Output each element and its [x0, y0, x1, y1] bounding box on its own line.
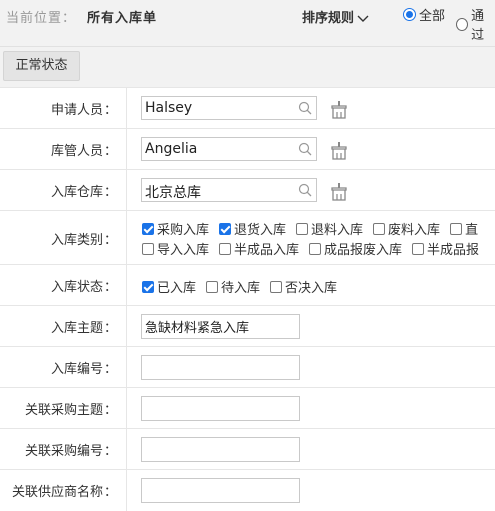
- top-bar: 当前位置： 所有入库单 排序规则 全部 通过: [0, 0, 495, 47]
- radio-checked-icon: [403, 8, 416, 21]
- breadcrumb-current: 所有入库单: [87, 11, 158, 26]
- row-category: 入库类别： 采购入库 退货入库 退料入库 废料入库直 导入入库 半成品入库 成品报废入库半…: [0, 210, 495, 265]
- applicant-value: Halsey: [145, 100, 193, 116]
- category-option[interactable]: 直: [450, 219, 478, 238]
- chevron-down-icon: [357, 15, 369, 22]
- filter-pass-label: 通过: [471, 9, 485, 43]
- number-label: 入库编号：: [0, 347, 127, 388]
- category-options-row1: 采购入库 退货入库 退料入库 废料入库直: [142, 219, 488, 239]
- row-warehouse: 入库仓库： 北京总库: [0, 169, 495, 211]
- warehouse-value: 北京总库: [145, 185, 201, 201]
- checkbox-unchecked-icon: [412, 242, 425, 255]
- sort-rule-label: 排序规则: [302, 11, 355, 26]
- category-option[interactable]: 半成品报: [412, 239, 479, 258]
- row-number: 入库编号：: [0, 346, 495, 388]
- checkbox-unchecked-icon: [270, 280, 283, 293]
- row-applicant: 申请人员： Halsey: [0, 87, 495, 129]
- keeper-field[interactable]: Angelia: [141, 137, 317, 161]
- supplier-name-input[interactable]: [141, 478, 300, 503]
- checkbox-unchecked-icon: [296, 222, 309, 235]
- warehouse-field[interactable]: 北京总库: [141, 178, 317, 202]
- applicant-field[interactable]: Halsey: [141, 96, 317, 120]
- keeper-value: Angelia: [145, 141, 198, 157]
- checkbox-checked-icon: [142, 280, 154, 293]
- sort-rule-dropdown[interactable]: 排序规则: [302, 7, 369, 26]
- status-options: 已入库 待入库 否决入库: [142, 277, 347, 297]
- checkbox-checked-icon: [219, 222, 232, 235]
- status-option[interactable]: 待入库: [206, 277, 260, 296]
- filter-all-label: 全部: [419, 9, 446, 24]
- category-option[interactable]: 导入入库: [142, 239, 209, 258]
- filter-pass-radio[interactable]: 通过: [456, 5, 495, 43]
- category-option[interactable]: 成品报废入库: [309, 239, 402, 258]
- row-purchase-number: 关联采购编号：: [0, 428, 495, 470]
- number-input[interactable]: [141, 355, 300, 380]
- category-options-row2: 导入入库 半成品入库 成品报废入库 半成品报: [142, 239, 489, 259]
- status-option[interactable]: 否决入库: [270, 277, 337, 296]
- tab-normal-status[interactable]: 正常状态: [3, 51, 80, 81]
- applicant-label: 申请人员：: [0, 88, 127, 129]
- clear-broom-icon[interactable]: [329, 100, 349, 120]
- category-label: 入库类别：: [0, 211, 127, 265]
- purchase-subject-input[interactable]: [141, 396, 300, 421]
- clear-broom-icon[interactable]: [329, 182, 349, 202]
- search-icon[interactable]: [298, 142, 312, 156]
- category-option[interactable]: 废料入库: [373, 219, 440, 238]
- row-subject: 入库主题：: [0, 305, 495, 347]
- subject-input[interactable]: [141, 314, 300, 339]
- clear-broom-icon[interactable]: [329, 141, 349, 161]
- search-icon[interactable]: [298, 101, 312, 115]
- checkbox-unchecked-icon: [450, 222, 463, 235]
- purchase-subject-label: 关联采购主题：: [0, 388, 127, 429]
- checkbox-checked-icon: [142, 222, 154, 235]
- row-keeper: 库管人员： Angelia: [0, 128, 495, 170]
- filter-all-radio[interactable]: 全部: [403, 5, 445, 24]
- checkbox-unchecked-icon: [219, 242, 232, 255]
- checkbox-unchecked-icon: [206, 280, 219, 293]
- subject-label: 入库主题：: [0, 306, 127, 347]
- checkbox-unchecked-icon: [373, 222, 386, 235]
- category-option[interactable]: 采购入库: [142, 219, 209, 238]
- radio-unchecked-icon: [456, 17, 469, 31]
- status-label: 入库状态：: [0, 265, 127, 306]
- purchase-number-input[interactable]: [141, 437, 300, 462]
- purchase-number-label: 关联采购编号：: [0, 429, 127, 470]
- status-option[interactable]: 已入库: [142, 277, 196, 296]
- category-option[interactable]: 退料入库: [296, 219, 363, 238]
- keeper-label: 库管人员：: [0, 129, 127, 170]
- row-supplier-name: 关联供应商名称：: [0, 469, 495, 511]
- checkbox-unchecked-icon: [309, 242, 322, 255]
- row-purchase-subject: 关联采购主题：: [0, 387, 495, 429]
- status-tab-bar: 正常状态: [0, 47, 495, 87]
- supplier-name-label: 关联供应商名称：: [0, 470, 127, 511]
- search-icon[interactable]: [298, 183, 312, 197]
- category-option[interactable]: 退货入库: [219, 219, 286, 238]
- category-option[interactable]: 半成品入库: [219, 239, 299, 258]
- breadcrumb-prefix: 当前位置：: [6, 11, 77, 26]
- checkbox-unchecked-icon: [142, 242, 154, 255]
- row-status: 入库状态： 已入库 待入库 否决入库: [0, 264, 495, 306]
- warehouse-label: 入库仓库：: [0, 170, 127, 211]
